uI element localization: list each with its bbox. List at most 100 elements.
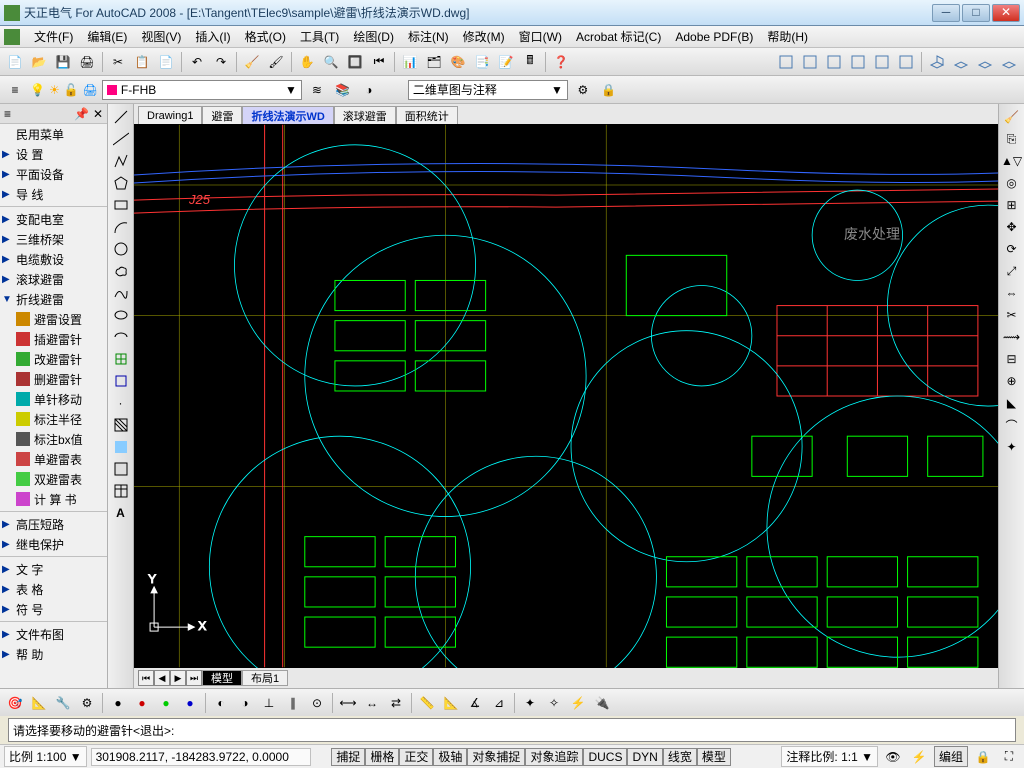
bt2[interactable]: 📐 [28, 692, 50, 714]
drawing-tab-4[interactable]: 面积统计 [396, 106, 458, 124]
view-ne-button[interactable] [974, 51, 996, 73]
undo-button[interactable]: ↶ [186, 51, 208, 73]
stretch-tool[interactable]: ⇔ [1001, 282, 1023, 304]
circle-tool[interactable] [110, 238, 132, 260]
extend-tool[interactable]: ⟿ [1001, 326, 1023, 348]
sidebar-item-11[interactable]: 改避雷针 [0, 349, 107, 369]
bt8[interactable]: ● [179, 692, 201, 714]
tab-next-button[interactable]: ▶ [170, 670, 186, 686]
menu-item-0[interactable]: 文件(F) [28, 26, 79, 47]
sidebar-item-9[interactable]: 避雷设置 [0, 309, 107, 329]
panel-collapse-icon[interactable]: ≡ [4, 107, 11, 121]
bt4[interactable]: ⚙ [76, 692, 98, 714]
trim-tool[interactable]: ✂ [1001, 304, 1023, 326]
sidebar-item-3[interactable]: ▶导 线 [0, 184, 107, 204]
sidebar-item-4[interactable]: ▶变配电室 [0, 209, 107, 229]
bt7[interactable]: ● [155, 692, 177, 714]
sidebar-item-10[interactable]: 插避雷针 [0, 329, 107, 349]
workspace-lock-button[interactable]: 🔒 [598, 79, 620, 101]
view-bottom-button[interactable] [799, 51, 821, 73]
bt21[interactable]: ✦ [519, 692, 541, 714]
edit-group-box[interactable]: 编组 [934, 746, 968, 767]
props-button[interactable]: 📊 [399, 51, 421, 73]
drawing-tab-2[interactable]: 折线法演示WD [242, 106, 333, 124]
menu-item-10[interactable]: Acrobat 标记(C) [570, 26, 667, 47]
bt24[interactable]: 🔌 [591, 692, 613, 714]
markup-button[interactable]: 📝 [495, 51, 517, 73]
view-left-button[interactable] [823, 51, 845, 73]
sidebar-item-20[interactable]: ▶继电保护 [0, 534, 107, 554]
zoom-window-button[interactable]: 🔲 [344, 51, 366, 73]
save-button[interactable]: 💾 [52, 51, 74, 73]
bt14[interactable]: ⟷ [337, 692, 359, 714]
arc-tool[interactable] [110, 216, 132, 238]
layer-prev-button[interactable]: ≋ [306, 79, 328, 101]
sidebar-item-16[interactable]: 单避雷表 [0, 449, 107, 469]
bt17[interactable]: 📏 [416, 692, 438, 714]
revcloud-tool[interactable] [110, 260, 132, 282]
sidebar-item-12[interactable]: 删避雷针 [0, 369, 107, 389]
sidebar-item-1[interactable]: ▶设 置 [0, 144, 107, 164]
menu-item-7[interactable]: 标注(N) [402, 26, 455, 47]
menu-item-9[interactable]: 窗口(W) [513, 26, 568, 47]
sidebar-item-25[interactable]: ▶帮 助 [0, 644, 107, 664]
sidebar-item-8[interactable]: ▼折线避雷 [0, 289, 107, 309]
status-toggle-1[interactable]: 栅格 [365, 748, 399, 766]
region-tool[interactable] [110, 458, 132, 480]
scale-box[interactable]: 比例 1:100 ▼ [4, 746, 87, 767]
print-button[interactable]: 🖨 [76, 51, 98, 73]
spline-tool[interactable] [110, 282, 132, 304]
panel-pin-icon[interactable]: 📌 [74, 107, 89, 121]
menu-item-12[interactable]: 帮助(H) [761, 26, 814, 47]
scale-tool[interactable]: ⤢ [1001, 260, 1023, 282]
status-toggle-8[interactable]: 线宽 [663, 748, 697, 766]
sidebar-item-24[interactable]: ▶文件布图 [0, 624, 107, 644]
minimize-button[interactable]: ─ [932, 4, 960, 22]
layer-combo[interactable]: F-FHB ▼ [102, 80, 302, 100]
hatch-tool[interactable] [110, 414, 132, 436]
ellipse-tool[interactable] [110, 304, 132, 326]
menu-item-11[interactable]: Adobe PDF(B) [669, 28, 759, 46]
break-tool[interactable]: ⊟ [1001, 348, 1023, 370]
status-toggle-0[interactable]: 捕捉 [331, 748, 365, 766]
bt23[interactable]: ⚡ [567, 692, 589, 714]
close-button[interactable]: ✕ [992, 4, 1020, 22]
bt3[interactable]: 🔧 [52, 692, 74, 714]
drawing-tab-1[interactable]: 避雷 [202, 106, 242, 124]
sidebar-item-23[interactable]: ▶符 号 [0, 599, 107, 619]
sidebar-item-6[interactable]: ▶电缆敷设 [0, 249, 107, 269]
cut-button[interactable]: ✂ [107, 51, 129, 73]
sidebar-item-0[interactable]: 民用菜单 [0, 124, 107, 144]
status-toggle-9[interactable]: 模型 [697, 748, 731, 766]
sidebar-item-13[interactable]: 单针移动 [0, 389, 107, 409]
menu-item-1[interactable]: 编辑(E) [81, 26, 133, 47]
tab-prev-button[interactable]: ◀ [154, 670, 170, 686]
sidebar-item-21[interactable]: ▶文 字 [0, 559, 107, 579]
bt10[interactable]: ◑ [234, 692, 256, 714]
menu-item-8[interactable]: 修改(M) [457, 26, 511, 47]
insert-tool[interactable] [110, 348, 132, 370]
menu-item-3[interactable]: 插入(I) [189, 26, 236, 47]
tab-last-button[interactable]: ⏭ [186, 670, 202, 686]
calc-button[interactable]: 🖩 [519, 51, 541, 73]
model-tab-0[interactable]: 模型 [202, 670, 242, 686]
view-right-button[interactable] [847, 51, 869, 73]
polygon-tool[interactable] [110, 172, 132, 194]
drawing-tab-0[interactable]: Drawing1 [138, 106, 202, 124]
view-se-button[interactable] [950, 51, 972, 73]
sidebar-item-14[interactable]: 标注半径 [0, 409, 107, 429]
chamfer-tool[interactable]: ◣ [1001, 392, 1023, 414]
pline-tool[interactable] [110, 150, 132, 172]
bt9[interactable]: ◐ [210, 692, 232, 714]
copy-button[interactable]: 📋 [131, 51, 153, 73]
status-toggle-5[interactable]: 对象追踪 [525, 748, 583, 766]
sidebar-item-15[interactable]: 标注bx值 [0, 429, 107, 449]
sidebar-item-5[interactable]: ▶三维桥架 [0, 229, 107, 249]
annot-scale-box[interactable]: 注释比例: 1:1 ▼ [781, 746, 878, 767]
sidebar-item-17[interactable]: 双避雷表 [0, 469, 107, 489]
sidebar-item-22[interactable]: ▶表 格 [0, 579, 107, 599]
designcenter-button[interactable]: 🗂 [423, 51, 445, 73]
command-line[interactable]: 请选择要移动的避雷针<退出>: [8, 718, 1016, 742]
rect-tool[interactable] [110, 194, 132, 216]
zoom-button[interactable]: 🔍 [320, 51, 342, 73]
